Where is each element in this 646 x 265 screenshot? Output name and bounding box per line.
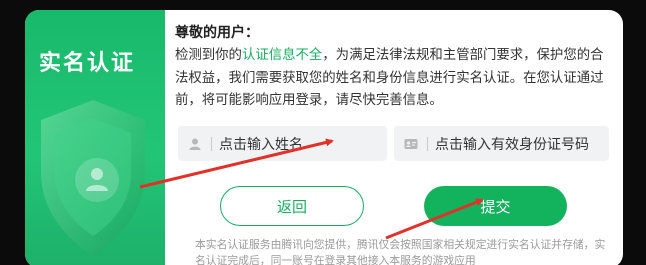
real-name-dialog: 实名认证 尊敬的用户： 检测到你的认证信息不全，为满足法律法规和主管部门要求，保… — [25, 10, 623, 265]
input-divider — [427, 136, 428, 151]
shield-user-icon — [41, 100, 145, 256]
name-input[interactable]: 点击输入姓名 — [178, 126, 387, 161]
dialog-content: 尊敬的用户： 检测到你的认证信息不全，为满足法律法规和主管部门要求，保护您的合法… — [175, 10, 623, 265]
id-input-placeholder: 点击输入有效身份证号码 — [435, 136, 589, 153]
submit-button[interactable]: 提交 — [424, 186, 567, 226]
notice-text: 检测到你的认证信息不全，为满足法律法规和主管部门要求，保护您的合法权益，我们需要… — [175, 45, 610, 113]
verification-side-panel: 实名认证 — [25, 10, 165, 265]
person-icon — [189, 138, 201, 150]
input-divider — [211, 136, 212, 151]
id-number-input[interactable]: 点击输入有效身份证号码 — [394, 126, 609, 161]
notice-text-before: 检测到你的 — [175, 48, 242, 63]
footer-disclaimer: 本实名认证服务由腾讯向您提供，腾讯仅会按照国家相关规定进行实名认证并存储，实名认… — [195, 238, 606, 265]
greeting-heading: 尊敬的用户： — [175, 25, 259, 41]
notice-highlight: 认证信息不全 — [241, 48, 323, 63]
name-input-placeholder: 点击输入姓名 — [219, 136, 303, 153]
panel-title: 实名认证 — [39, 51, 136, 76]
back-button[interactable]: 返回 — [220, 186, 364, 226]
id-card-icon — [404, 138, 418, 149]
